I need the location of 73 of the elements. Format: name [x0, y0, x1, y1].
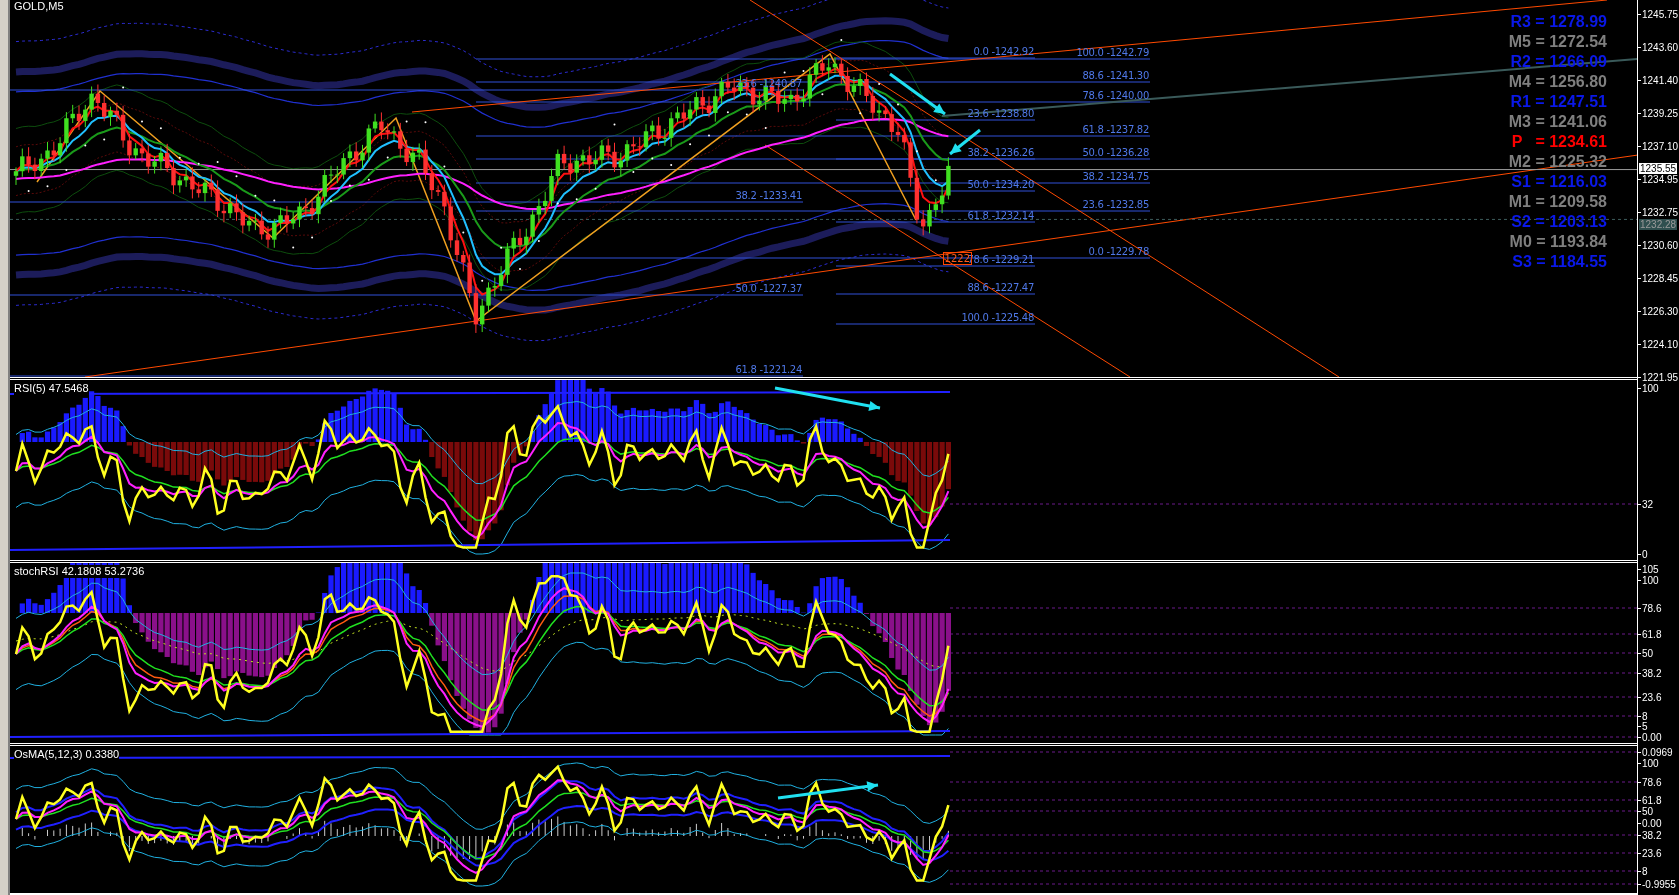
- pivot-level-label: P = 1234.61: [1511, 132, 1607, 152]
- axis-label: 1224.10: [1642, 339, 1679, 350]
- fib-level-label: 23.6 -1232.85: [1082, 199, 1149, 210]
- axis-label: 23.6: [1642, 692, 1662, 703]
- axis-label: 38.2: [1642, 830, 1662, 841]
- axis-label: 1228.45: [1642, 273, 1679, 284]
- axis-label: 1230.60: [1642, 240, 1679, 251]
- pivot-level-label: M1 = 1209.58: [1508, 192, 1607, 212]
- axis-label: 78.6: [1642, 603, 1662, 614]
- axis-label: 8: [1642, 866, 1648, 877]
- fib-level-label: 61.8 -1237.82: [1082, 124, 1149, 135]
- price-tag: 1235.55: [1639, 163, 1678, 174]
- axis-label: 100: [1642, 758, 1659, 769]
- fib-level-label: 38.2 -1234.75: [1082, 171, 1149, 182]
- pivot-level-label: S3 = 1184.55: [1512, 252, 1607, 272]
- pivot-level-label: R1 = 1247.51: [1510, 92, 1607, 112]
- axis-label: 1221.95: [1642, 372, 1679, 383]
- axis-label: 100: [1642, 575, 1659, 586]
- axis-label: 0.00: [1642, 818, 1662, 829]
- pivot-level-label: S2 = 1203.13: [1511, 212, 1607, 232]
- indicator-title: RSI(5) 47.5468: [14, 382, 89, 395]
- arrow-icon: [777, 781, 879, 800]
- fib-level-label: 50.0 -1227.37: [735, 283, 802, 294]
- axis-label: 61.8: [1642, 795, 1662, 806]
- fib-level-label: 100.0 -1225.48: [961, 312, 1034, 323]
- axis-label: 0.0969: [1642, 747, 1673, 758]
- axis-label: 1243.60: [1642, 42, 1679, 53]
- fib-level-label: 88.6 -1241.30: [1082, 70, 1149, 81]
- axis-label: 1226.30: [1642, 306, 1679, 317]
- pivot-level-label: M5 = 1272.54: [1508, 32, 1607, 52]
- pivot-level-label: S1 = 1216.03: [1511, 172, 1607, 192]
- axis-label: -0.9955: [1642, 879, 1676, 890]
- fib-level-label: 38.2 -1236.26: [967, 147, 1034, 158]
- fib-level-label: 61.8 -1232.14: [967, 210, 1034, 221]
- indicator-title: OsMA(5,12,3) 0.3380: [14, 748, 120, 761]
- fib-level-label: 0.0 -1242.92: [973, 46, 1034, 57]
- axis-label: 1232.75: [1642, 207, 1679, 218]
- pivot-level-label: M0 = 1193.84: [1509, 232, 1607, 252]
- fib-level-label: 50.0 -1234.20: [967, 179, 1034, 190]
- axis-label: 0: [1642, 549, 1648, 560]
- pivot-level-label: R3 = 1278.99: [1510, 12, 1607, 32]
- axis-label: 78.6: [1642, 777, 1662, 788]
- axis-label: 100: [1642, 383, 1659, 394]
- axis-label: 1245.75: [1642, 9, 1679, 20]
- axis-label: 1239.25: [1642, 108, 1679, 119]
- pivot-level-label: M3 = 1241.06: [1508, 112, 1607, 132]
- fib-level-label: 23.6 -1238.80: [967, 108, 1034, 119]
- arrow-icon: [889, 72, 946, 116]
- fib-level-label: 38.2 -1233.41: [735, 190, 802, 201]
- axis-label: 8: [1642, 711, 1648, 722]
- fib-level-label: 78.6 -1240.00: [1082, 90, 1149, 101]
- axis-label: 0.00: [1642, 732, 1662, 743]
- indicator-title: stochRSI 42.1808 53.2736: [14, 565, 145, 578]
- axis-label: 1237.10: [1642, 141, 1679, 152]
- axis-label: 105: [1642, 564, 1659, 575]
- axis-label: 38.2: [1642, 668, 1662, 679]
- axis-label: 1241.40: [1642, 75, 1679, 86]
- axis-label: 23.6: [1642, 848, 1662, 859]
- fib-level-label: 100.0 -1242.79: [1076, 47, 1149, 58]
- axis-label: 5: [1642, 721, 1648, 732]
- chart-title: GOLD,M5: [14, 0, 64, 13]
- fib-level-label: 50.0 -1236.28: [1082, 147, 1149, 158]
- axis-label: 50: [1642, 806, 1654, 817]
- price-tag: 1232.28: [1639, 219, 1678, 230]
- axis-label: 61.8: [1642, 629, 1662, 640]
- axis-label: 50: [1642, 648, 1654, 659]
- axis-label: 32: [1642, 499, 1654, 510]
- axis-label: 1234.95: [1642, 174, 1679, 185]
- fib-level-label: 88.6 -1227.47: [967, 282, 1034, 293]
- pivot-level-label: M4 = 1256.80: [1508, 72, 1607, 92]
- pivot-level-label: R2 = 1266.09: [1510, 52, 1607, 72]
- arrow-icon: [774, 386, 881, 412]
- fib-level-label: 61.8 -1221.24: [735, 364, 802, 375]
